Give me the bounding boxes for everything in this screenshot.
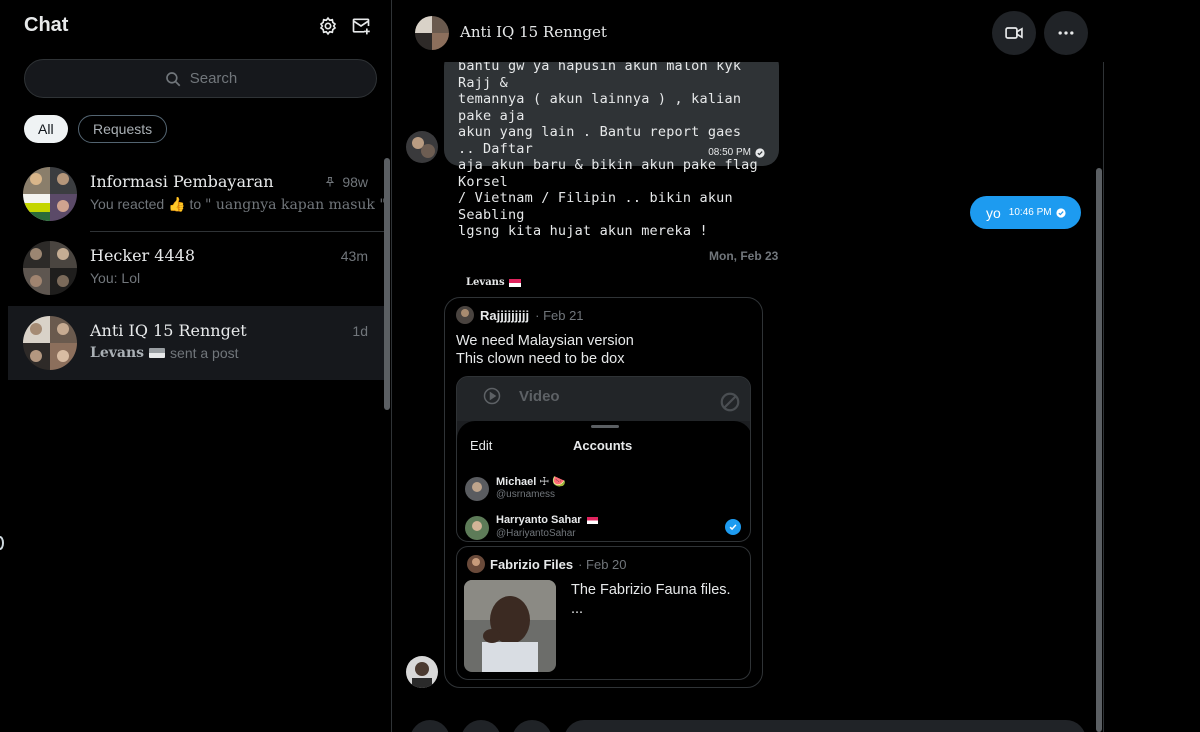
time-label: 1d [352, 323, 368, 339]
message-time: 08:50 PM [708, 147, 751, 158]
message-meta: 08:50 PM [708, 147, 765, 158]
conversation-item-active[interactable]: Anti IQ 15 Rennget 1d Levans sent a post [8, 306, 384, 380]
account-row: Michael ☩ 🍉 @usrnamess [465, 474, 745, 504]
conversation-name: Hecker 4448 [90, 246, 195, 265]
gif-button[interactable] [461, 720, 501, 732]
conversation-preview: You: Lol [90, 270, 141, 286]
flag-icon [586, 516, 598, 524]
avatar [465, 477, 489, 501]
sheet-handle [591, 425, 619, 428]
account-row: Harryanto Sahar @HariyantoSahar [465, 513, 745, 541]
quoted-post[interactable]: Fabrizio Files · Feb 20 The Fabrizio Fau… [456, 546, 751, 680]
preview-prefix: You reacted [90, 196, 165, 212]
conversation-name: Anti IQ 15 Rennget [90, 321, 247, 340]
message-bubble-incoming[interactable]: bantu gw ya hapusin akun malon kyk Rajj … [444, 50, 779, 239]
preview-to: to [189, 196, 202, 212]
time-label: 98w [342, 174, 368, 190]
message-meta: 10:46 PM [1009, 207, 1066, 218]
conversation-time: 1d [352, 323, 368, 339]
post-media[interactable]: Video Edit Accounts Michael ☩ 🍉 @usrname… [456, 376, 751, 542]
avatar [23, 316, 77, 370]
quoted-author[interactable]: Fabrizio Files [490, 557, 573, 572]
sender-avatar[interactable] [406, 131, 438, 163]
avatar [23, 241, 77, 295]
avatar [465, 516, 489, 540]
quoted-image[interactable] [464, 580, 556, 672]
edit-label: Edit [470, 438, 493, 453]
preview-sender: Levans [90, 345, 145, 361]
quoted-post-header: Fabrizio Files · Feb 20 [467, 555, 627, 573]
filter-requests[interactable]: Requests [78, 115, 168, 143]
search-icon [165, 71, 181, 86]
account-name: Michael ☩ 🍉 [496, 476, 567, 488]
conversation-time: 43m [341, 248, 368, 264]
sheet-title: Accounts [573, 438, 633, 453]
video-call-button[interactable] [992, 11, 1036, 55]
play-icon [483, 387, 501, 405]
page-title: Chat [24, 14, 69, 36]
chat-list-panel: Chat Search All Requests Informasi Pemba… [8, 0, 392, 732]
conversation-title[interactable]: Anti IQ 15 Rennget [460, 23, 607, 41]
thumbs-up-icon: 👍 [168, 196, 186, 212]
account-name: Harryanto Sahar [496, 514, 598, 526]
conversation-panel: Anti IQ 15 Rennget bantu gw ya hapusin a… [392, 0, 1104, 732]
flag-icon [508, 278, 521, 287]
conversation-name: Informasi Pembayaran [90, 172, 274, 191]
no-entry-icon [720, 392, 740, 412]
account-name-text: Harryanto Sahar [496, 514, 582, 526]
post-header: Rajjjjjjjjj · Feb 21 [456, 306, 584, 324]
shared-post-card[interactable]: Rajjjjjjjjj · Feb 21 We need Malaysian v… [444, 297, 763, 688]
conversation-scrollbar[interactable] [1096, 168, 1102, 732]
new-message-icon[interactable] [351, 16, 371, 36]
conversation-header: Anti IQ 15 Rennget [392, 0, 1104, 62]
video-bar [457, 377, 750, 421]
more-icon [1058, 31, 1074, 35]
avatar [456, 306, 474, 324]
pin-icon [326, 177, 335, 187]
avatar [23, 167, 77, 221]
flag-icon [149, 348, 166, 358]
message-text: yo [986, 204, 1001, 221]
date-separator: Mon, Feb 23 [709, 249, 779, 263]
shared-post-sender: Levans [466, 277, 521, 288]
message-time: 10:46 PM [1008, 207, 1052, 218]
conversation-preview: Levans sent a post [90, 345, 239, 361]
accounts-sheet: Edit Accounts Michael ☩ 🍉 @usrnamess Har… [457, 421, 750, 541]
conversation-item[interactable]: Informasi Pembayaran 98w You reacted 👍 t… [8, 157, 386, 231]
quoted-date: · Feb 20 [578, 556, 627, 572]
post-date: · Feb 21 [535, 307, 584, 323]
conversation-time: 98w [324, 174, 368, 190]
attach-image-button[interactable] [410, 720, 450, 732]
quoted-text: The Fabrizio Fauna files. ... [571, 582, 731, 617]
message-input[interactable] [564, 720, 1086, 732]
account-handle: @HariyantoSahar [496, 528, 576, 539]
conversation-item[interactable]: Hecker 4448 43m You: Lol [8, 231, 384, 305]
edge-indicator [0, 536, 4, 550]
avatar[interactable] [415, 16, 449, 50]
more-button[interactable] [1044, 11, 1088, 55]
conversation-preview: You reacted 👍 to " uangnya kapan masuk " [90, 196, 386, 213]
filter-all[interactable]: All [24, 115, 68, 143]
message-bubble-outgoing[interactable]: yo 10:46 PM [970, 196, 1081, 229]
account-handle: @usrnamess [496, 489, 556, 500]
avatar [467, 555, 485, 573]
video-label: Video [519, 388, 560, 405]
video-call-icon [1005, 27, 1023, 39]
preview-quote: " uangnya kapan masuk " [205, 197, 386, 213]
selected-check-icon [725, 519, 741, 535]
read-check-icon [755, 147, 765, 158]
post-text: We need Malaysian version This clown nee… [456, 333, 634, 367]
post-author[interactable]: Rajjjjjjjjj [480, 308, 529, 323]
preview-text: sent a post [170, 345, 239, 361]
read-check-icon [1056, 207, 1066, 218]
panel-divider [1103, 0, 1104, 732]
sidebar-scrollbar[interactable] [384, 158, 390, 410]
gear-icon[interactable] [318, 16, 338, 36]
time-label: 43m [340, 248, 368, 264]
sender-name: Levans [466, 277, 505, 288]
sender-avatar[interactable] [406, 656, 438, 688]
search-placeholder: Search [189, 70, 238, 87]
emoji-button[interactable] [512, 720, 552, 732]
search-input[interactable]: Search [24, 59, 377, 98]
